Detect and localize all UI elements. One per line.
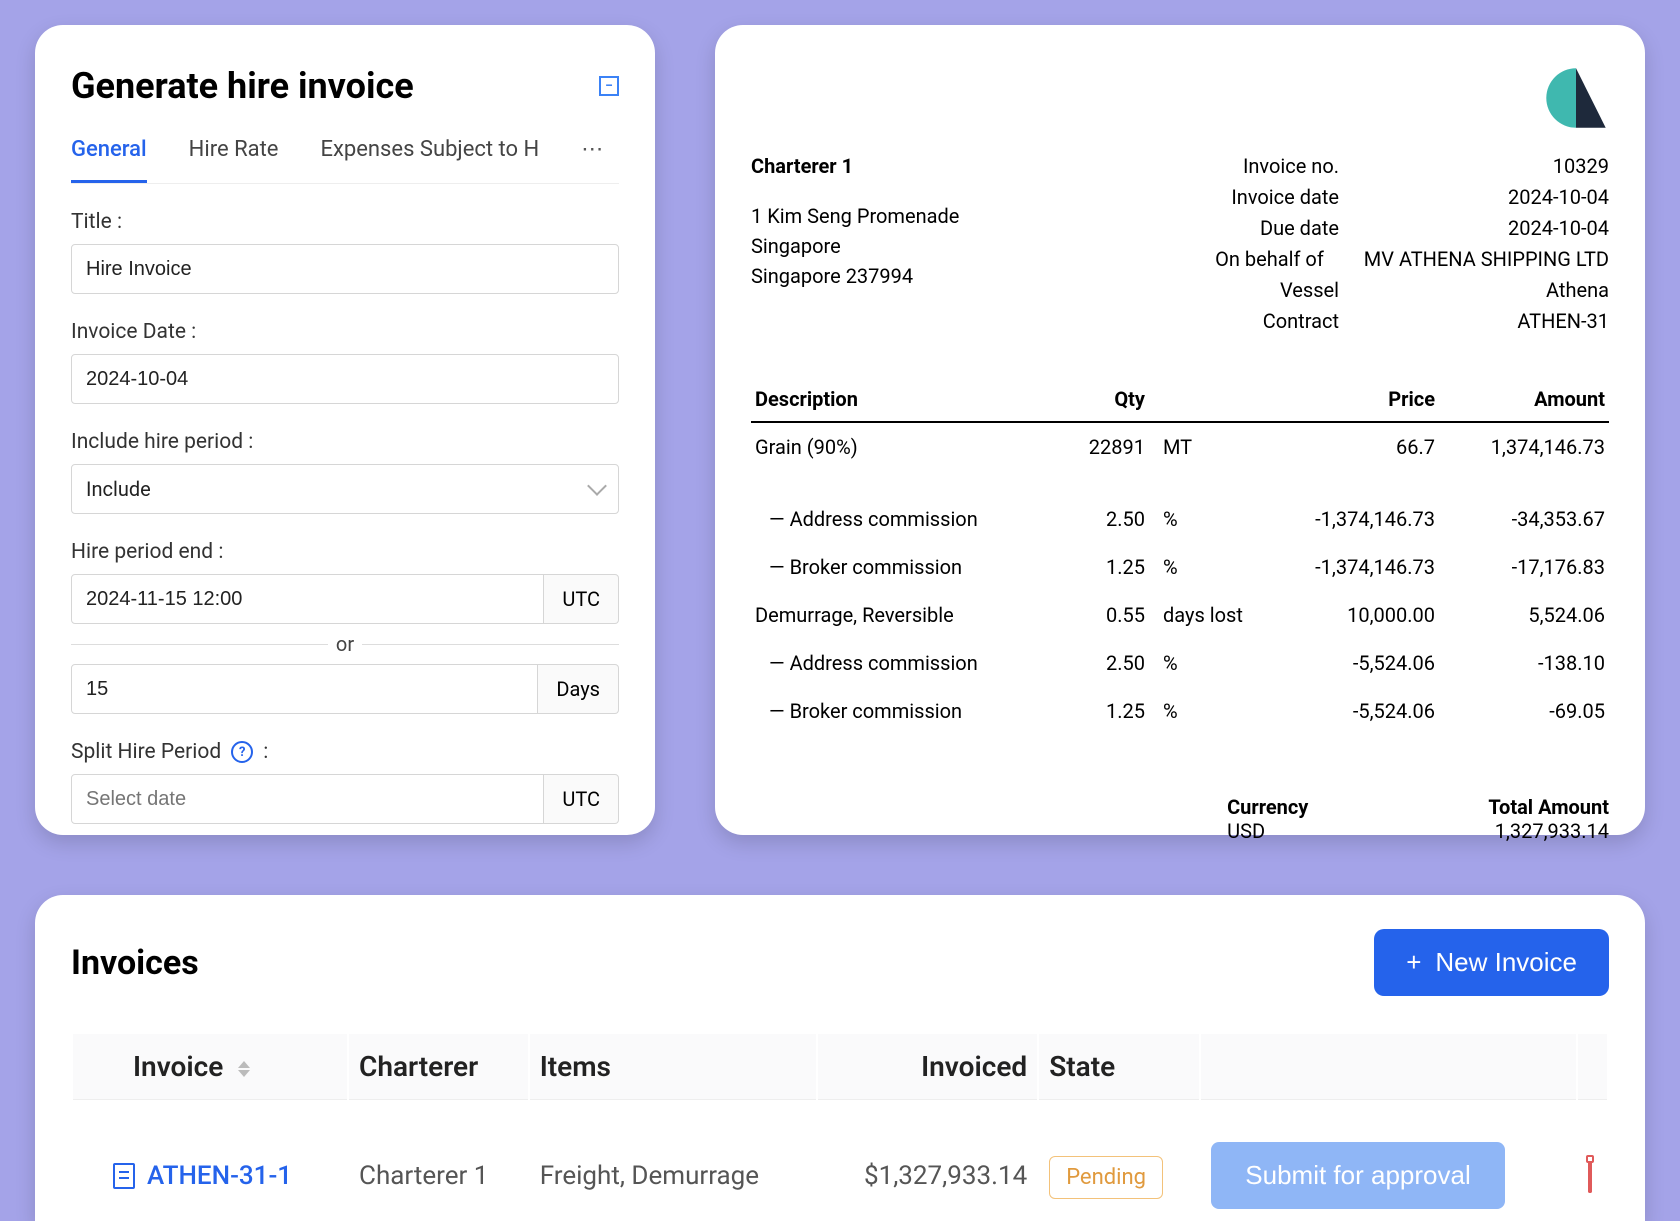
split-period-input[interactable]	[71, 774, 544, 824]
tabs: General Hire Rate Expenses Subject to H …	[71, 137, 619, 184]
invoices-list: Invoices + New Invoice Invoice Charterer…	[35, 895, 1645, 1221]
col-state[interactable]: State	[1039, 1034, 1199, 1100]
totals: Currency USD Total Amount 1,327,933.14	[751, 795, 1609, 843]
col-items[interactable]: Items	[530, 1034, 816, 1100]
days-addon: Days	[538, 664, 619, 714]
invoice-date-label: Invoice Date	[71, 320, 619, 344]
line-item: — Address commission2.50%-1,374,146.73-3…	[751, 495, 1609, 543]
col-description: Description	[751, 377, 1039, 422]
tab-general[interactable]: General	[71, 137, 147, 183]
meta-key: On behalf of	[1154, 244, 1324, 275]
title-input[interactable]	[71, 244, 619, 294]
meta-key: Contract	[1169, 306, 1339, 337]
meta-key: Invoice date	[1169, 182, 1339, 213]
charterer-block: Charterer 1 1 Kim Seng Promenade Singapo…	[751, 151, 959, 337]
col-unit	[1149, 377, 1259, 422]
new-invoice-button[interactable]: + New Invoice	[1374, 929, 1609, 996]
meta-key: Vessel	[1169, 275, 1339, 306]
new-invoice-label: New Invoice	[1435, 947, 1577, 978]
tabs-overflow-icon[interactable]: ⋯	[581, 137, 603, 183]
sort-icon[interactable]	[238, 1061, 250, 1077]
charterer-name: Charterer 1	[751, 151, 959, 181]
total-value: 1,327,933.14	[1488, 819, 1609, 843]
tab-expenses[interactable]: Expenses Subject to H	[320, 137, 539, 183]
col-charterer[interactable]: Charterer	[349, 1034, 528, 1100]
line-item: — Broker commission1.25%-1,374,146.73-17…	[751, 543, 1609, 591]
company-logo-icon	[1543, 65, 1609, 131]
invoice-name-link[interactable]: ATHEN-31-1	[83, 1161, 337, 1191]
line-item: — Address commission2.50%-5,524.06-138.1…	[751, 639, 1609, 687]
help-icon[interactable]: ?	[231, 741, 253, 763]
submit-for-approval-button[interactable]: Submit for approval	[1211, 1142, 1504, 1209]
charterer-addr-3: Singapore 237994	[751, 261, 959, 291]
currency-value: USD	[1227, 819, 1308, 843]
col-invoiced[interactable]: Invoiced	[818, 1034, 1037, 1100]
file-icon	[113, 1163, 135, 1189]
period-end-input[interactable]	[71, 574, 544, 624]
charterer-addr-1: 1 Kim Seng Promenade	[751, 201, 959, 231]
trash-icon[interactable]	[1588, 1161, 1592, 1193]
chevron-down-icon	[587, 476, 607, 496]
charterer-addr-2: Singapore	[751, 231, 959, 261]
invoice-date-input[interactable]	[71, 354, 619, 404]
or-divider: or	[336, 632, 354, 656]
utc-addon: UTC	[544, 574, 619, 624]
utc-addon-2: UTC	[544, 774, 619, 824]
include-period-label: Include hire period	[71, 430, 619, 454]
days-input[interactable]	[71, 664, 538, 714]
invoices-title: Invoices	[71, 943, 199, 983]
row-invoiced: $1,327,933.14	[818, 1102, 1037, 1219]
include-period-select[interactable]: Include	[71, 464, 619, 514]
invoice-row[interactable]: ATHEN-31-1 Charterer 1 Freight, Demurrag…	[73, 1102, 1607, 1219]
meta-value: 2024-10-04	[1379, 213, 1609, 244]
meta-value: 2024-10-04	[1379, 182, 1609, 213]
state-badge: Pending	[1049, 1156, 1163, 1199]
include-period-value: Include	[86, 477, 151, 501]
form-title: Generate hire invoice	[71, 65, 414, 107]
line-item: Demurrage, Reversible0.55days lost10,000…	[751, 591, 1609, 639]
row-items: Freight, Demurrage	[530, 1102, 816, 1219]
col-price: Price	[1259, 377, 1439, 422]
generate-invoice-form: Generate hire invoice − General Hire Rat…	[35, 25, 655, 835]
plus-icon: +	[1406, 947, 1421, 978]
split-period-label: Split Hire Period	[71, 740, 221, 764]
line-item: — Broker commission1.25%-5,524.06-69.05	[751, 687, 1609, 735]
line-items-table: Description Qty Price Amount Grain (90%)…	[751, 377, 1609, 735]
invoice-preview: Charterer 1 1 Kim Seng Promenade Singapo…	[715, 25, 1645, 835]
tab-hire-rate[interactable]: Hire Rate	[189, 137, 279, 183]
meta-value: ATHEN-31	[1379, 306, 1609, 337]
row-charterer: Charterer 1	[349, 1102, 528, 1219]
invoice-meta: Invoice no. 10329 Invoice date 2024-10-04 Du…	[1154, 151, 1609, 337]
col-invoice[interactable]: Invoice	[73, 1034, 347, 1100]
meta-key: Invoice no.	[1169, 151, 1339, 182]
meta-value: Athena	[1379, 275, 1609, 306]
col-qty: Qty	[1039, 377, 1149, 422]
total-label: Total Amount	[1488, 795, 1609, 819]
meta-key: Due date	[1169, 213, 1339, 244]
col-amount: Amount	[1439, 377, 1609, 422]
currency-label: Currency	[1227, 795, 1308, 819]
meta-value: 10329	[1379, 151, 1609, 182]
period-end-label: Hire period end	[71, 540, 619, 564]
line-item: Grain (90%)22891MT66.71,374,146.73	[751, 422, 1609, 471]
collapse-icon[interactable]: −	[599, 76, 619, 96]
meta-value: MV ATHENA SHIPPING LTD	[1364, 244, 1609, 275]
title-label: Title	[71, 210, 619, 234]
